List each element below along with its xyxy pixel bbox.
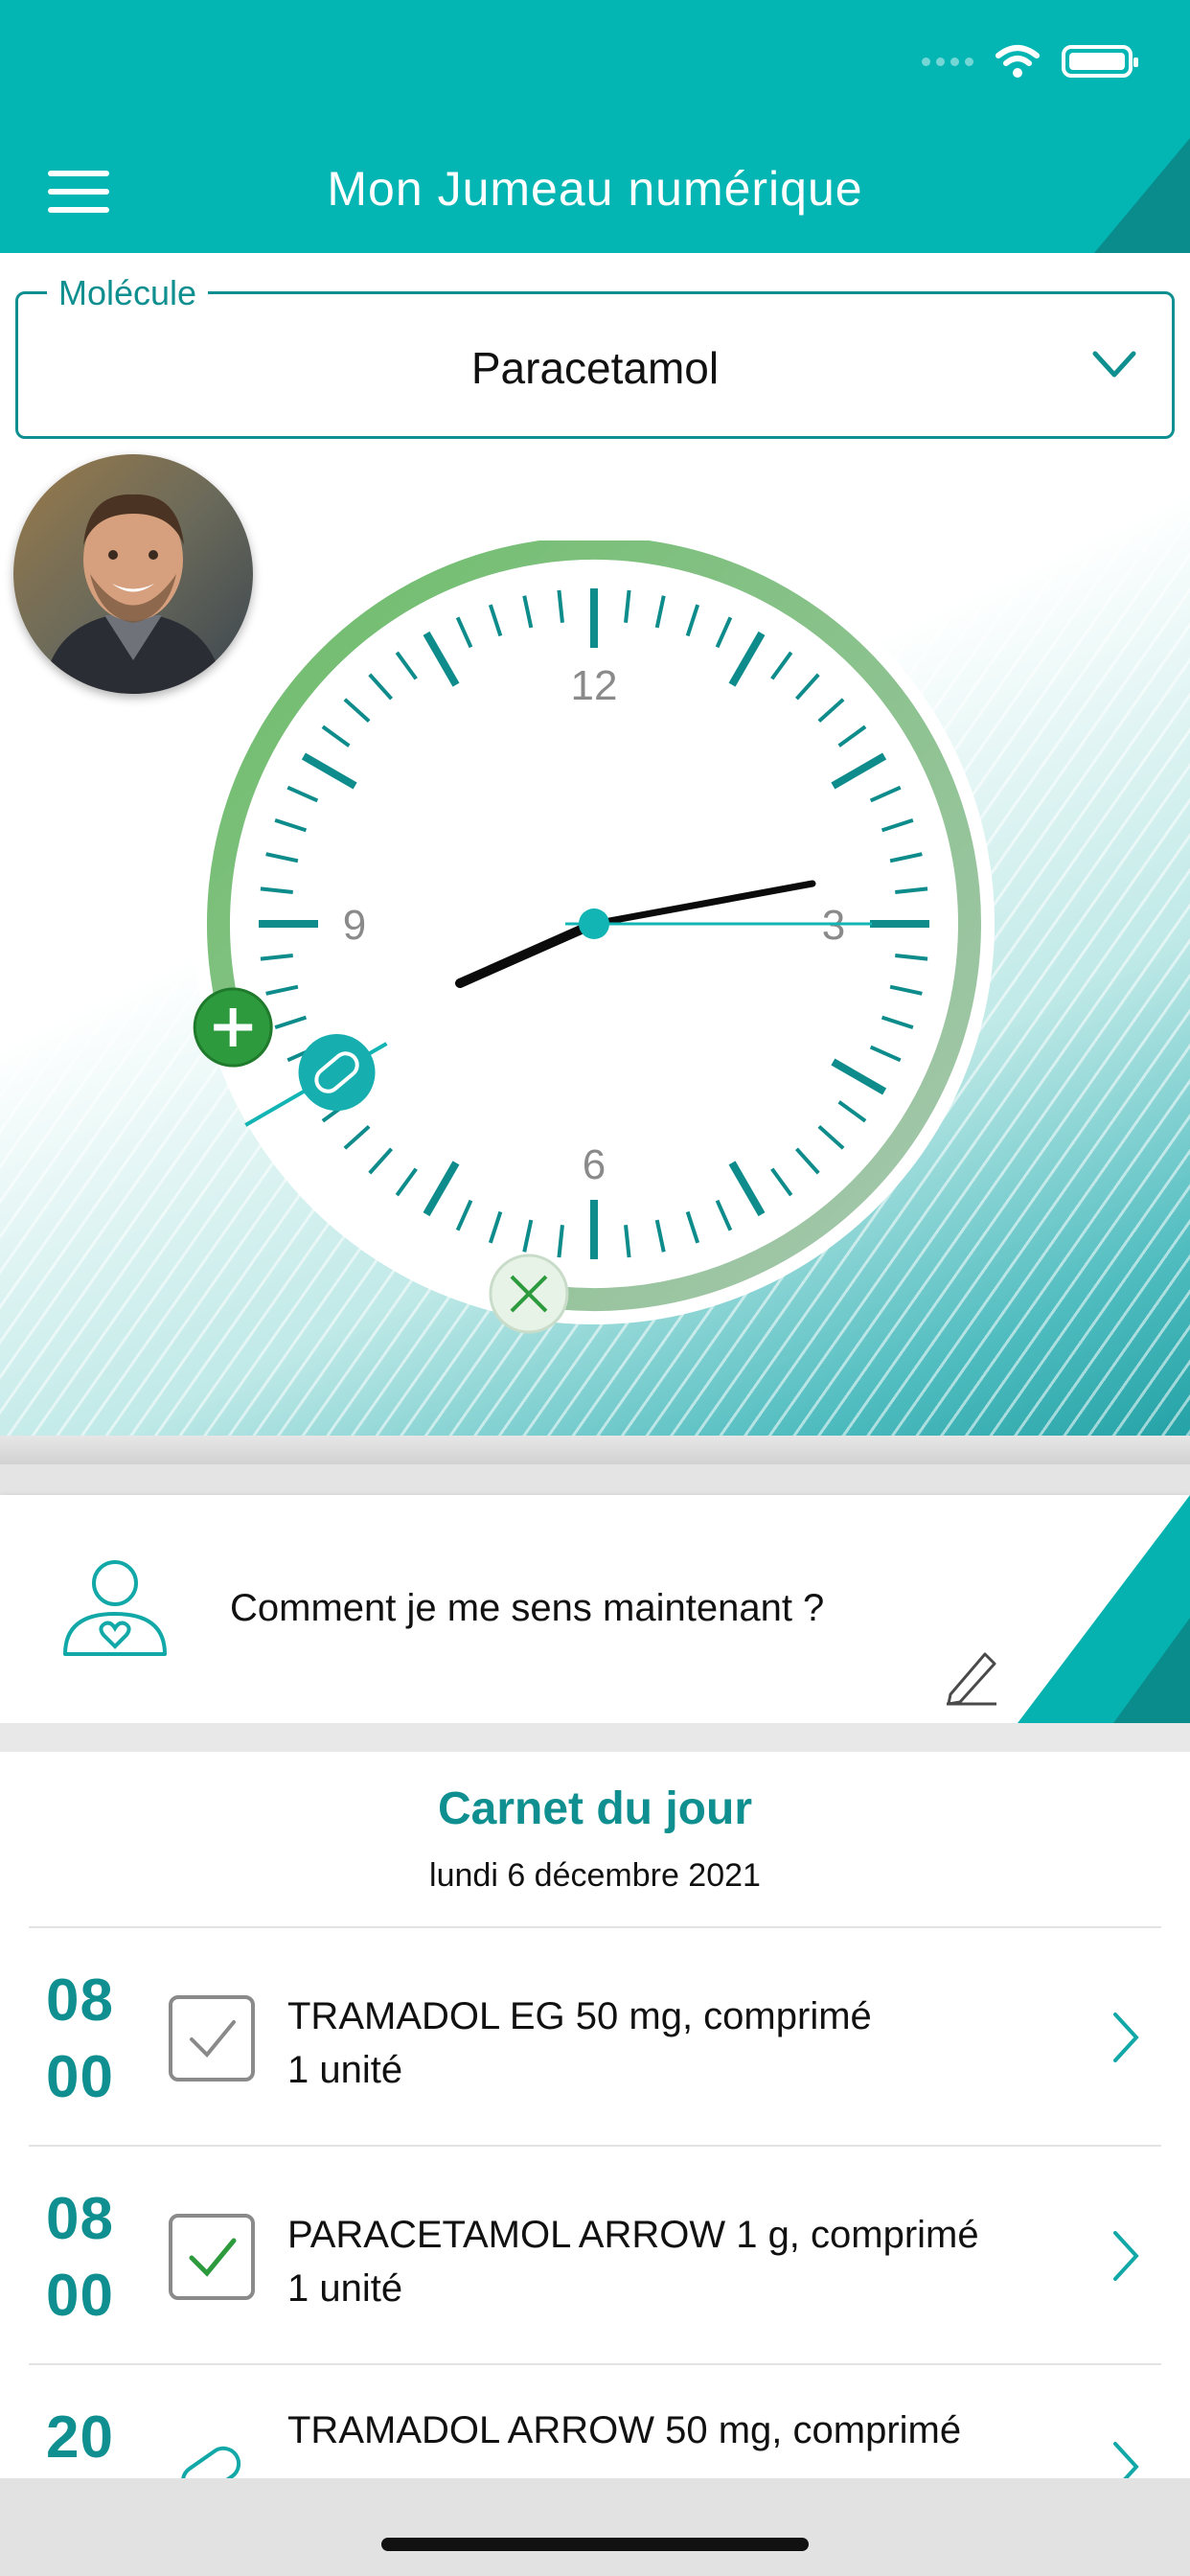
clock-center	[579, 908, 609, 939]
medication-info: TRAMADOL ARROW 50 mg, comprimé	[287, 2404, 961, 2457]
chevron-right-icon	[1113, 2231, 1139, 2281]
card-accent-dark	[1113, 1618, 1190, 1723]
feeling-prompt: Comment je me sens maintenant ?	[230, 1587, 825, 1629]
molecule-label: Molécule	[47, 273, 209, 313]
list-item[interactable]: 08 00 TRAMADOL EG 50 mg, comprimé 1 unit…	[29, 1926, 1161, 2145]
home-indicator[interactable]	[381, 2538, 809, 2551]
medication-clock: 12369	[193, 540, 995, 1334]
divider	[0, 1723, 1190, 1752]
clock-number: 6	[583, 1141, 606, 1188]
person-heart-icon	[63, 1560, 167, 1656]
dose-time: 20	[46, 2404, 114, 2471]
checkbox[interactable]	[169, 1995, 255, 2082]
medication-name: TRAMADOL EG 50 mg, comprimé	[287, 1995, 872, 2037]
clock-number: 9	[343, 902, 366, 949]
check-icon	[190, 2020, 236, 2058]
battery-icon	[1062, 45, 1138, 78]
section-title: Carnet du jour	[437, 1783, 752, 1834]
wifi-icon	[995, 45, 1040, 78]
home-bar	[0, 2478, 1190, 2576]
medication-name: TRAMADOL ARROW 50 mg, comprimé	[287, 2409, 962, 2451]
pencil-icon[interactable]	[943, 1646, 1000, 1706]
check-icon	[189, 2238, 237, 2277]
chevron-right-icon	[1113, 2012, 1139, 2062]
medication-name: PARACETAMOL ARROW 1 g, comprimé	[287, 2214, 979, 2256]
feeling-card[interactable]: Comment je me sens maintenant ?	[0, 1495, 1190, 1723]
list-item[interactable]: 08 00 PARACETAMOL ARROW 1 g, comprimé 1 …	[29, 2145, 1161, 2363]
section-date: lundi 6 décembre 2021	[429, 1857, 761, 1894]
clock-panel: Molécule Paracetamol 12 3 6 9	[0, 253, 1190, 1464]
molecule-select[interactable]: Molécule Paracetamol	[15, 273, 1175, 439]
molecule-value: Paracetamol	[470, 343, 720, 393]
app-header: Mon Jumeau numérique	[0, 0, 1190, 253]
medication-info: TRAMADOL EG 50 mg, comprimé 1 unité	[287, 1990, 872, 2097]
medication-quantity: 1 unité	[287, 2049, 403, 2091]
checkbox[interactable]	[169, 2214, 255, 2300]
medication-info: PARACETAMOL ARROW 1 g, comprimé 1 unité	[287, 2208, 979, 2315]
divider	[0, 1464, 1190, 1495]
panel-shadow	[0, 1436, 1190, 1464]
dose-time: 08 00	[46, 1967, 114, 2110]
clock-number: 12	[571, 662, 618, 709]
status-bar	[922, 42, 1138, 80]
cellular-signal-icon	[922, 57, 973, 66]
page-title: Mon Jumeau numérique	[327, 162, 863, 216]
dose-time: 08 00	[46, 2186, 114, 2329]
medication-quantity: 1 unité	[287, 2267, 403, 2310]
chevron-down-icon	[1092, 351, 1136, 378]
daily-log: Carnet du jour lundi 6 décembre 2021 08 …	[0, 1752, 1190, 2576]
pill-button	[298, 1034, 376, 1111]
